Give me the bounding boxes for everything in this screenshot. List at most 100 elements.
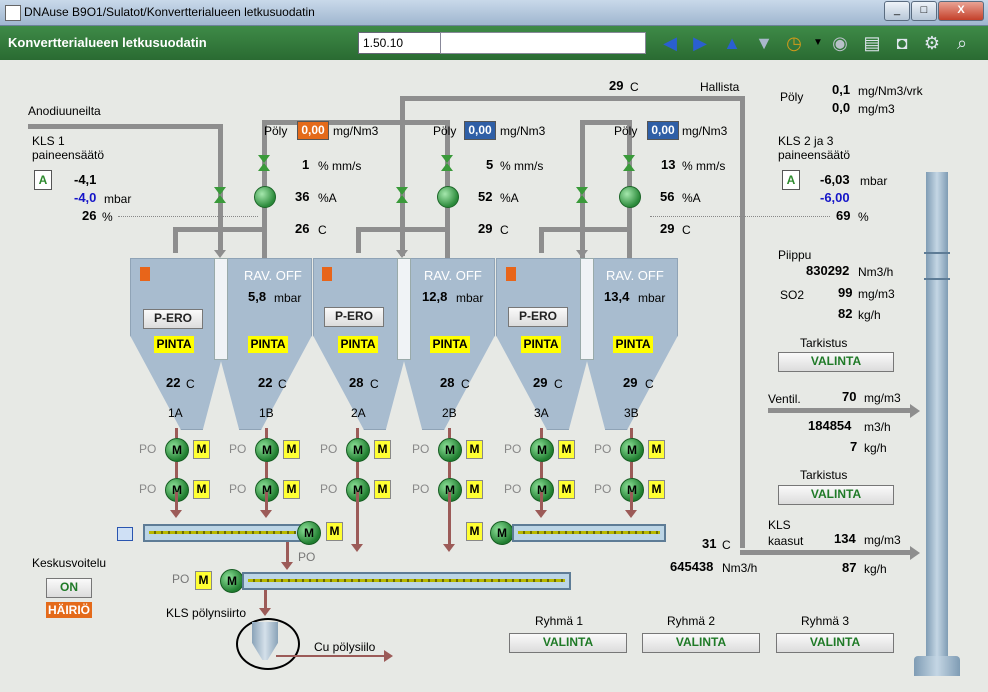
unit1-pero-button[interactable]: P-ERO [143, 309, 203, 329]
unit3-rav: RAV. OFF [606, 268, 664, 283]
camera-icon[interactable]: ◘ [890, 32, 914, 54]
unit3-pero-button[interactable]: P-ERO [508, 307, 568, 327]
tarkistus-valinta-button-2[interactable]: VALINTA [778, 485, 894, 505]
arrow-left-icon[interactable]: ◀ [658, 32, 682, 54]
so2-value: 99 [838, 285, 853, 300]
page-title: Konvertterialueen letkusuodatin [8, 35, 207, 50]
arrow-down-icon [396, 250, 408, 258]
ventil-flow: 184854 [808, 418, 852, 433]
unit-label: mg/Nm3 [500, 124, 546, 138]
motor-1-5[interactable]: M [530, 438, 554, 462]
motor-po-label: PO [594, 442, 612, 456]
motor-mode-1-2[interactable]: M [283, 440, 300, 459]
motor-1-3[interactable]: M [346, 438, 370, 462]
kls1-auto-button[interactable]: A [34, 170, 52, 190]
version-field[interactable]: 1.50.10 [358, 32, 442, 54]
unit-label: % [102, 210, 113, 224]
arrow-down-icon [535, 510, 547, 518]
valve-icon [396, 187, 408, 203]
conveyor-left-mode[interactable]: M [326, 522, 343, 541]
bottom-flow: 645438 [670, 559, 714, 574]
ryhma2-valinta-button[interactable]: VALINTA [642, 633, 760, 653]
dropdown-icon[interactable]: ▼ [806, 32, 830, 54]
unit2-poly-indicator: 0,00 [464, 121, 496, 140]
piippu-value: 830292 [806, 263, 850, 278]
motor-1-6[interactable]: M [620, 438, 644, 462]
motor-mode-2-1[interactable]: M [193, 480, 210, 499]
status-square [506, 267, 516, 281]
motor-1-2[interactable]: M [255, 438, 279, 462]
unit-label: mg/m3 [858, 287, 895, 301]
ventil-label: Ventil. [768, 392, 801, 406]
motor-1-1[interactable]: M [165, 438, 189, 462]
unit1a-pinta: PINTA [154, 336, 194, 353]
anodi-label: Anodiuuneilta [28, 104, 101, 118]
ryhma2-label: Ryhmä 2 [667, 614, 716, 628]
settings-icon[interactable]: ⚙ [920, 32, 944, 54]
motor-mode-1-3[interactable]: M [374, 440, 391, 459]
clock-icon[interactable]: ◷ [782, 32, 806, 54]
pipe-hallista [402, 96, 742, 101]
arrow-down-icon [351, 544, 363, 552]
valve-icon [623, 155, 635, 171]
silo-separator [214, 258, 228, 360]
motor-mode-2-5[interactable]: M [558, 480, 575, 499]
arrow-up-icon[interactable]: ▲ [720, 32, 744, 54]
close-button[interactable]: X [938, 1, 984, 21]
info-field[interactable] [440, 32, 646, 54]
main-conveyor-motor[interactable]: M [220, 569, 244, 593]
fan-icon [254, 186, 276, 208]
unit1-mbar: 5,8 [248, 289, 267, 304]
conveyor-right-motor[interactable]: M [490, 521, 514, 545]
unit3b-temp: 29 [623, 375, 638, 390]
tarkistus-valinta-button-1[interactable]: VALINTA [778, 352, 894, 372]
motor-mode-2-4[interactable]: M [466, 480, 483, 499]
zoom-icon[interactable]: ⌕ [950, 32, 974, 54]
conveyor-left-motor[interactable]: M [297, 521, 321, 545]
unit3-mbar: 13,4 [604, 289, 630, 304]
ryhma1-valinta-button[interactable]: VALINTA [509, 633, 627, 653]
motor-1-4[interactable]: M [438, 438, 462, 462]
motor-mode-1-4[interactable]: M [466, 440, 483, 459]
arrow-right-icon [384, 650, 393, 662]
conveyor-right-mode[interactable]: M [466, 522, 483, 541]
motor-mode-1-5[interactable]: M [558, 440, 575, 459]
unit-label: C [722, 538, 731, 552]
arrow-down-icon [170, 510, 182, 518]
motor-mode-1-1[interactable]: M [193, 440, 210, 459]
print-icon[interactable]: ▤ [860, 32, 884, 54]
unit-label: % mm/s [682, 159, 726, 173]
dotted-line [650, 216, 830, 217]
motor-mode-2-6[interactable]: M [648, 480, 665, 499]
kls23-auto-button[interactable]: A [782, 170, 800, 190]
kls1-percent: 26 [82, 208, 97, 223]
pipe-kaasut [740, 550, 910, 555]
unit2-pero-button[interactable]: P-ERO [324, 307, 384, 327]
pipe-anodi [28, 124, 220, 129]
arrow-right-icon[interactable]: ▶ [688, 32, 712, 54]
conveyor-right [512, 524, 666, 542]
window-icon[interactable] [117, 527, 133, 541]
ryhma3-valinta-button[interactable]: VALINTA [776, 633, 894, 653]
minimize-button[interactable]: _ [884, 1, 910, 21]
motor-mode-1-6[interactable]: M [648, 440, 665, 459]
tarkistus-label-2: Tarkistus [800, 468, 848, 482]
arrow-down-icon [260, 510, 272, 518]
motor-po-label: PO [320, 482, 338, 496]
unit1-mms: 1 [302, 157, 310, 172]
maximize-button[interactable]: □ [911, 1, 937, 21]
unit1b-temp: 22 [258, 375, 273, 390]
flow-arrow [265, 462, 268, 478]
motor-mode-2-3[interactable]: M [374, 480, 391, 499]
main-conveyor-mode[interactable]: M [195, 571, 212, 590]
unit2-current: 52 [478, 189, 493, 204]
flow-arrow [630, 428, 633, 438]
keskusvoitelu-on-button[interactable]: ON [46, 578, 92, 598]
arrow-down-icon[interactable]: ▼ [752, 32, 776, 54]
unit-label: C [645, 377, 654, 391]
unit-label: % mm/s [500, 159, 544, 173]
unit-label: C [630, 80, 639, 94]
motor-po-label: PO [229, 482, 247, 496]
flow-arrow [356, 462, 359, 478]
motor-mode-2-2[interactable]: M [283, 480, 300, 499]
